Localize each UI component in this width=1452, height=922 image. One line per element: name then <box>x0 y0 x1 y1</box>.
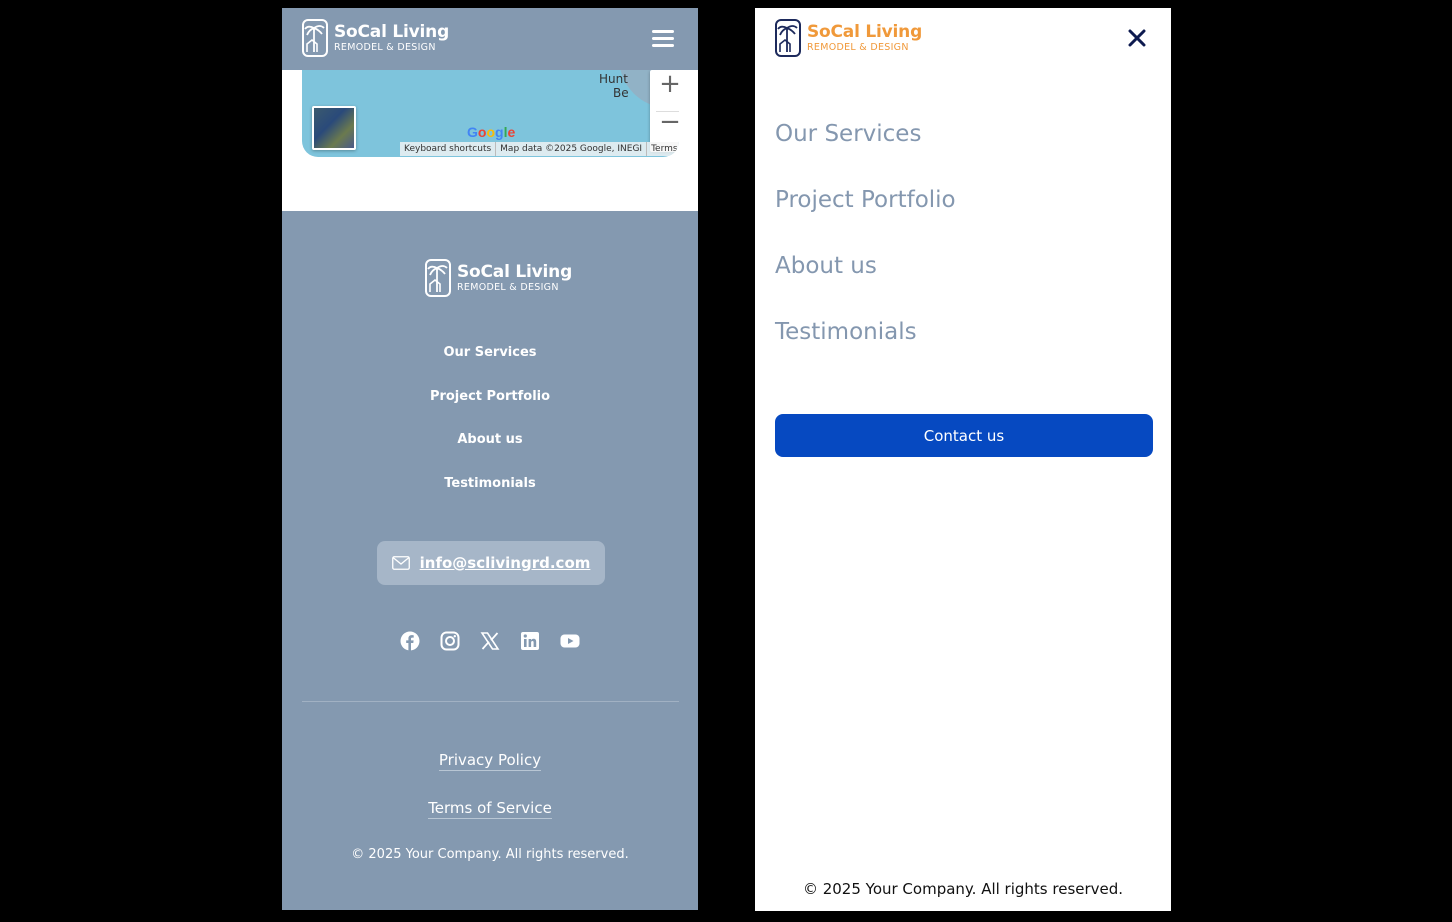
zoom-in-button[interactable]: + <box>650 64 679 104</box>
mobile-menu-view: SoCal Living REMODEL & DESIGN Our Servic… <box>755 8 1171 911</box>
x-icon[interactable] <box>480 631 500 651</box>
map-data-text: Map data ©2025 Google, INEGI <box>495 142 646 156</box>
menu-item-testimonials[interactable]: Testimonials <box>775 319 917 345</box>
youtube-icon[interactable] <box>560 631 580 651</box>
contact-us-button[interactable]: Contact us <box>775 414 1153 457</box>
linkedin-icon[interactable] <box>520 631 540 651</box>
map-zoom-controls: + − <box>650 69 679 152</box>
brand-tagline: REMODEL & DESIGN <box>807 42 909 53</box>
envelope-icon <box>391 556 410 570</box>
footer-copyright: © 2025 Your Company. All rights reserved… <box>351 847 629 862</box>
header-logo[interactable]: SoCal Living REMODEL & DESIGN <box>302 19 449 57</box>
footer-nav-project-portfolio[interactable]: Project Portfolio <box>282 389 698 404</box>
brand-tagline: REMODEL & DESIGN <box>457 282 559 293</box>
mobile-footer-view: SoCal Living REMODEL & DESIGN Hunt Be + … <box>282 8 698 910</box>
palm-house-logo-icon <box>425 259 451 297</box>
palm-house-logo-icon <box>302 19 328 57</box>
brand-tagline: REMODEL & DESIGN <box>334 42 436 53</box>
map-city-label: Hunt Be <box>599 72 629 100</box>
social-links <box>400 631 580 655</box>
privacy-policy-link[interactable]: Privacy Policy <box>282 750 698 771</box>
brand-name: SoCal Living <box>334 22 450 42</box>
menu-item-project-portfolio[interactable]: Project Portfolio <box>775 187 956 213</box>
email-link[interactable]: info@sclivingrd.com <box>377 541 605 585</box>
menu-item-about-us[interactable]: About us <box>775 253 877 279</box>
hamburger-menu-icon[interactable] <box>652 29 674 47</box>
terms-of-service-link[interactable]: Terms of Service <box>282 798 698 819</box>
footer-nav-our-services[interactable]: Our Services <box>282 345 698 360</box>
close-icon[interactable] <box>1127 28 1147 48</box>
footer-logo[interactable]: SoCal Living REMODEL & DESIGN <box>425 259 572 297</box>
menu-item-our-services[interactable]: Our Services <box>775 121 921 147</box>
map-attribution: Keyboard shortcuts Map data ©2025 Google… <box>400 142 679 156</box>
palm-house-logo-icon <box>775 19 801 57</box>
zoom-out-button[interactable]: − <box>650 102 679 142</box>
footer-nav-testimonials[interactable]: Testimonials <box>282 476 698 491</box>
facebook-icon[interactable] <box>400 631 420 651</box>
map-type-toggle[interactable] <box>312 106 356 150</box>
terms-link[interactable]: Terms <box>646 142 679 156</box>
menu-copyright: © 2025 Your Company. All rights reserved… <box>802 880 1124 898</box>
brand-name: SoCal Living <box>807 22 923 42</box>
menu-logo[interactable]: SoCal Living REMODEL & DESIGN <box>775 19 922 57</box>
keyboard-shortcuts-link[interactable]: Keyboard shortcuts <box>400 142 495 156</box>
footer-nav-about-us[interactable]: About us <box>282 432 698 447</box>
instagram-icon[interactable] <box>440 631 460 651</box>
brand-name: SoCal Living <box>457 262 573 282</box>
top-header: SoCal Living REMODEL & DESIGN <box>282 8 698 70</box>
site-footer: SoCal Living REMODEL & DESIGN Our Servic… <box>282 211 698 910</box>
email-address: info@sclivingrd.com <box>419 554 591 572</box>
footer-divider <box>302 701 679 702</box>
google-logo: Google <box>467 124 516 140</box>
